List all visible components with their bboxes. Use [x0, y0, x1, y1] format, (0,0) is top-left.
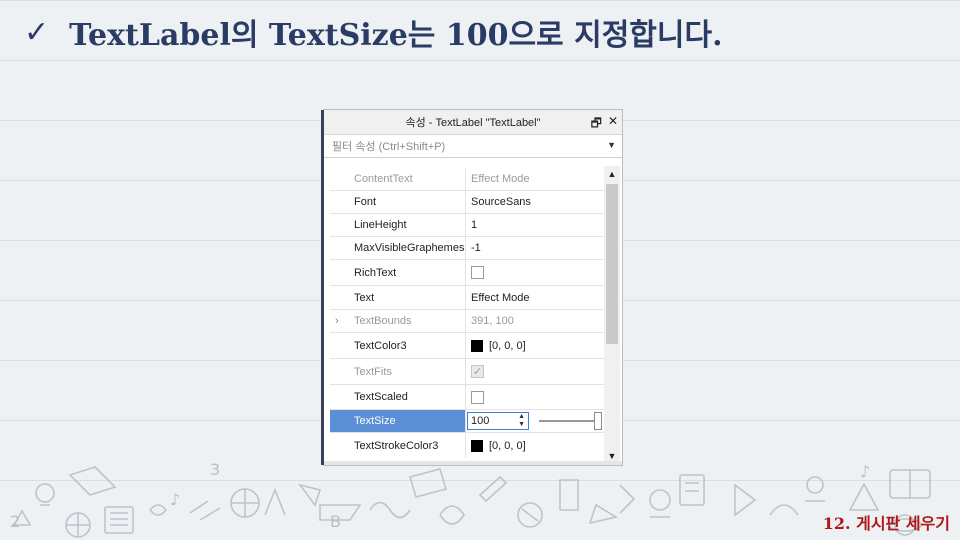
property-name: TextFits: [330, 359, 466, 384]
property-value[interactable]: Effect Mode: [471, 292, 530, 304]
slider-thumb[interactable]: [594, 412, 602, 430]
property-name: MaxVisibleGraphemes: [330, 237, 466, 259]
svg-text:♪: ♪: [860, 462, 870, 481]
filter-dropdown-icon[interactable]: ▼: [607, 140, 616, 150]
property-row-text[interactable]: Text Effect Mode: [330, 286, 605, 310]
svg-text:3: 3: [210, 460, 220, 479]
property-row-textbounds[interactable]: › TextBounds 391, 100: [330, 310, 605, 333]
property-name: RichText: [330, 260, 466, 285]
property-row-textfits[interactable]: TextFits ✓: [330, 359, 605, 385]
slide-title: ✓ TextLabel의 TextSize는 100으로 지정합니다.: [24, 8, 723, 56]
property-name: TextColor3: [330, 333, 466, 358]
property-row-contenttext[interactable]: ContentText Effect Mode: [330, 168, 605, 191]
properties-panel: 속성 - TextLabel "TextLabel" 🗗 ✕ 필터 속성 (Ct…: [321, 109, 623, 466]
property-row-textcolor3[interactable]: TextColor3 [0, 0, 0]: [330, 333, 605, 359]
property-row-textsize[interactable]: TextSize 100 ▲ ▼: [330, 410, 605, 433]
property-value[interactable]: 1: [471, 219, 477, 231]
textsize-number-input[interactable]: 100 ▲ ▼: [467, 412, 529, 430]
filter-placeholder: 필터 속성 (Ctrl+Shift+P): [332, 141, 446, 153]
spinner-arrows-icon[interactable]: ▲ ▼: [518, 413, 525, 429]
property-row-font[interactable]: Font SourceSans: [330, 191, 605, 214]
slide-title-text: TextLabel의 TextSize는 100으로 지정합니다.: [69, 18, 723, 53]
property-row-richtext[interactable]: RichText: [330, 260, 605, 286]
expand-chevron-icon[interactable]: ›: [335, 315, 339, 327]
checkmark-icon: ✓: [24, 14, 50, 50]
property-grid: ContentText Effect Mode Font SourceSans …: [324, 168, 622, 458]
property-row-maxvisiblegraphemes[interactable]: MaxVisibleGraphemes -1: [330, 237, 605, 260]
property-name: TextBounds: [354, 315, 412, 327]
property-value: Effect Mode: [471, 173, 530, 185]
property-name: TextSize: [330, 410, 466, 432]
property-value[interactable]: [0, 0, 0]: [489, 440, 526, 452]
property-name: LineHeight: [330, 214, 466, 236]
vertical-scrollbar[interactable]: ▲ ▼: [604, 166, 620, 464]
scrollbar-thumb[interactable]: [606, 184, 618, 344]
property-value: 100: [471, 415, 490, 427]
undock-icon[interactable]: 🗗: [591, 114, 602, 135]
property-value[interactable]: SourceSans: [471, 196, 531, 208]
textfits-checkbox: ✓: [471, 365, 484, 378]
slide-footer: 12. 게시판 세우기: [822, 514, 950, 533]
close-icon[interactable]: ✕: [608, 114, 618, 135]
property-value: 391, 100: [471, 315, 514, 327]
scroll-up-icon[interactable]: ▲: [604, 166, 620, 182]
svg-text:B: B: [330, 512, 341, 531]
filter-input[interactable]: 필터 속성 (Ctrl+Shift+P) ▼: [324, 135, 622, 158]
property-value[interactable]: [0, 0, 0]: [489, 340, 526, 352]
svg-text:2: 2: [10, 512, 20, 531]
color-swatch[interactable]: [471, 439, 483, 452]
svg-text:♪: ♪: [170, 490, 180, 509]
panel-title: 속성 - TextLabel "TextLabel": [405, 117, 541, 129]
property-name: Text: [330, 286, 466, 309]
panel-titlebar: 속성 - TextLabel "TextLabel" 🗗 ✕: [324, 110, 622, 135]
textscaled-checkbox[interactable]: [471, 390, 484, 404]
color-swatch[interactable]: [471, 339, 483, 352]
property-name: Font: [330, 191, 466, 213]
school-doodles-decoration: 3 2 B ♪ ♪: [10, 460, 931, 538]
property-name: TextScaled: [330, 385, 466, 409]
property-name: ContentText: [330, 168, 466, 190]
property-value[interactable]: -1: [471, 242, 481, 254]
property-row-textscaled[interactable]: TextScaled: [330, 385, 605, 410]
property-row-lineheight[interactable]: LineHeight 1: [330, 214, 605, 237]
richtext-checkbox[interactable]: [471, 266, 484, 279]
textsize-slider[interactable]: [535, 412, 605, 430]
